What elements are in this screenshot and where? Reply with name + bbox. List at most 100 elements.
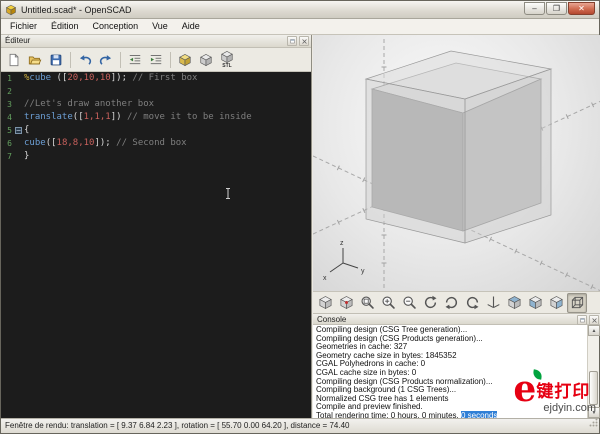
code-line-6: 6cube([18,8,10]); // Second box [1, 137, 311, 150]
right-view-button[interactable] [546, 293, 566, 313]
center-view-icon [339, 295, 354, 310]
mouse-cursor-ibeam [224, 187, 232, 205]
maximize-button[interactable]: ❐ [546, 2, 567, 15]
axis-label-x: x [323, 275, 327, 282]
rotate-left-icon [444, 295, 459, 310]
preview-button[interactable] [175, 49, 195, 70]
rotate-right-button[interactable] [462, 293, 482, 313]
view-all-button[interactable] [357, 293, 377, 313]
menu-conception[interactable]: Conception [86, 19, 146, 34]
editor-close-button[interactable] [299, 36, 309, 46]
console-scrollbar[interactable]: ▲ ▼ [587, 325, 599, 418]
render-button[interactable] [196, 49, 216, 70]
console-output[interactable]: Compiling design (CSG Tree generation)..… [313, 325, 587, 418]
diagonal-view-button[interactable] [315, 293, 335, 313]
preview-icon [178, 53, 192, 67]
unindent-icon [128, 53, 142, 67]
zoom-in-icon [381, 295, 396, 310]
console-header-buttons [577, 315, 599, 325]
render-icon [199, 53, 213, 67]
line-number: 2 [1, 85, 15, 98]
editor-header-buttons [287, 36, 309, 46]
open-file-icon [28, 53, 42, 67]
status-text: Fenêtre de rendu: translation = [ 9.37 6… [5, 421, 349, 430]
window-controls: – ❐ ✕ [524, 2, 595, 15]
line-number: 6 [1, 137, 15, 150]
redo-button[interactable] [96, 49, 116, 70]
reset-view-icon [423, 295, 438, 310]
line-number: 3 [1, 98, 15, 111]
axis-indicator: z x y [323, 240, 365, 282]
window-title: Untitled.scad* - OpenSCAD [21, 5, 132, 15]
orthogonal-icon [570, 295, 585, 310]
editor-panel: Éditeur STL 1%cube ([20,10,10]); // Firs… [1, 35, 312, 418]
new-file-button[interactable] [4, 49, 24, 70]
title-bar[interactable]: Untitled.scad* - OpenSCAD – ❐ ✕ [1, 1, 599, 19]
editor-float-button[interactable] [287, 36, 297, 46]
rotate-right-icon [465, 295, 480, 310]
render-canvas[interactable]: z x y [313, 35, 600, 291]
save-file-button[interactable] [46, 49, 66, 70]
undo-button[interactable] [75, 49, 95, 70]
scroll-up-icon[interactable]: ▲ [588, 325, 600, 336]
zoom-out-button[interactable] [399, 293, 419, 313]
selected-text: 0 seconds [461, 411, 497, 418]
console-close-button[interactable] [589, 315, 599, 325]
console-panel-header[interactable]: Console [313, 313, 600, 325]
diagonal-view-icon [318, 295, 333, 310]
axes-button[interactable] [483, 293, 503, 313]
front-view-icon [528, 295, 543, 310]
app-icon [5, 4, 17, 16]
open-file-button[interactable] [25, 49, 45, 70]
reset-view-button[interactable] [420, 293, 440, 313]
scroll-down-icon[interactable]: ▼ [588, 407, 600, 418]
orthogonal-button[interactable] [567, 293, 587, 313]
code-lines: 1%cube ([20,10,10]); // First box23//Let… [1, 72, 311, 163]
export-stl-button[interactable]: STL [217, 49, 237, 70]
app-icon [5, 4, 17, 16]
scrollbar-thumb[interactable] [589, 371, 598, 405]
line-number: 7 [1, 150, 15, 163]
menu-aide[interactable]: Aide [175, 19, 207, 34]
close-icon [301, 38, 308, 45]
right-view-icon [549, 295, 564, 310]
editor-toolbar: STL [1, 48, 311, 72]
minimize-button[interactable]: – [524, 2, 545, 15]
menu-bar: FichierÉditionConceptionVueAide [1, 19, 599, 35]
fold-marker-icon[interactable]: − [15, 127, 22, 134]
menu-edition[interactable]: Édition [44, 19, 86, 34]
code-line-1: 1%cube ([20,10,10]); // First box [1, 72, 311, 85]
code-line-4: 4translate([1,1,1]) // move it to be ins… [1, 111, 311, 124]
resize-grip[interactable] [589, 418, 598, 432]
viewport-toolbar [313, 291, 600, 313]
menu-fichier[interactable]: Fichier [3, 19, 44, 34]
toolbar-separator [170, 52, 171, 68]
unindent-button[interactable] [125, 49, 145, 70]
3d-viewport[interactable]: z x y [313, 35, 600, 291]
front-view-button[interactable] [525, 293, 545, 313]
toolbar-separator [120, 52, 121, 68]
top-view-button[interactable] [504, 293, 524, 313]
close-button[interactable]: ✕ [568, 2, 595, 15]
console-float-button[interactable] [577, 315, 587, 325]
code-line-7: 7} [1, 150, 311, 163]
axis-label-y: y [361, 268, 365, 275]
center-view-button[interactable] [336, 293, 356, 313]
editor-panel-header[interactable]: Éditeur [1, 35, 311, 48]
code-editor[interactable]: 1%cube ([20,10,10]); // First box23//Let… [1, 72, 311, 418]
code-line-5: 5−{ [1, 124, 311, 137]
zoom-in-button[interactable] [378, 293, 398, 313]
rotate-left-button[interactable] [441, 293, 461, 313]
undo-icon [78, 53, 92, 67]
axis-label-z: z [340, 240, 344, 247]
save-file-icon [49, 53, 63, 67]
indent-icon [149, 53, 163, 67]
preview-model-boxes [366, 51, 551, 243]
code-line-2: 2 [1, 85, 311, 98]
openscad-window: Untitled.scad* - OpenSCAD – ❐ ✕ FichierÉ… [0, 0, 600, 434]
top-view-icon [507, 295, 522, 310]
console-panel-title: Console [317, 315, 346, 324]
menu-vue[interactable]: Vue [145, 19, 175, 34]
indent-button[interactable] [146, 49, 166, 70]
new-file-icon [7, 53, 21, 67]
